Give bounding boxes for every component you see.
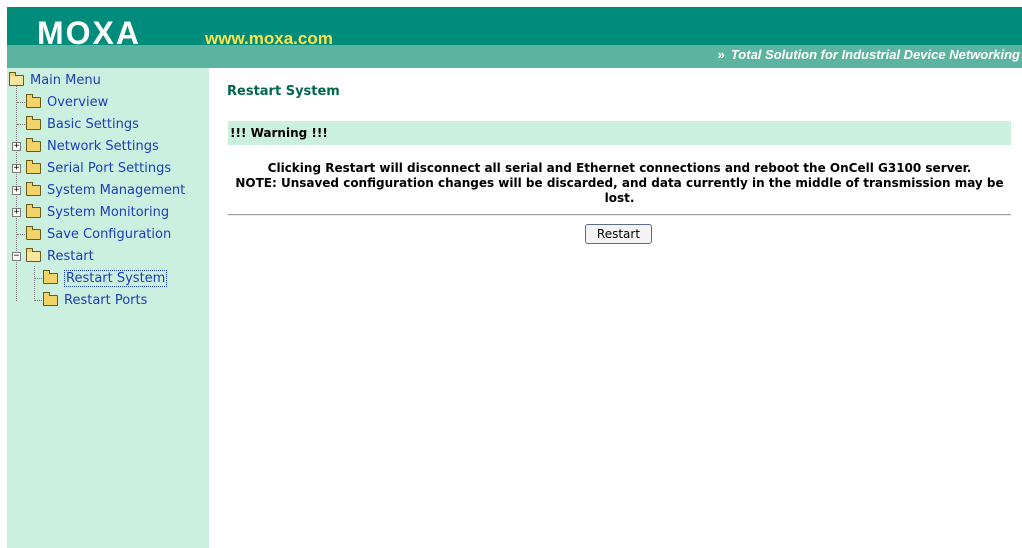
collapse-minus-icon[interactable]: −: [12, 252, 21, 261]
tree-branch: [17, 234, 25, 235]
sidebar-item-system-management[interactable]: System Management: [26, 180, 185, 200]
message-line-1: Clicking Restart will disconnect all ser…: [267, 161, 972, 175]
expand-plus-icon[interactable]: +: [12, 142, 21, 151]
sidebar-item-label: Overview: [47, 94, 109, 110]
tree-branch: [35, 300, 42, 301]
sidebar-item-network-settings[interactable]: Network Settings: [26, 136, 159, 156]
page-title: Restart System: [227, 84, 340, 99]
restart-warning-message: Clicking Restart will disconnect all ser…: [228, 161, 1011, 206]
message-line-2: NOTE: Unsaved configuration changes will…: [235, 176, 1004, 205]
folder-icon: [26, 225, 41, 240]
folder-icon: [26, 93, 41, 108]
main-content: Restart System !!! Warning !!! Clicking …: [209, 68, 1022, 548]
folder-open-icon: [26, 247, 41, 262]
sidebar-item-main-menu[interactable]: Main Menu: [9, 70, 101, 90]
divider: [228, 214, 1011, 216]
sidebar-item-label: Network Settings: [47, 138, 159, 154]
expand-plus-icon[interactable]: +: [12, 186, 21, 195]
menu-tree: Main Menu Overview Basic Settings + Netw…: [7, 68, 209, 548]
sidebar-item-restart-ports[interactable]: Restart Ports: [43, 290, 147, 310]
sidebar-menu: Main Menu Overview Basic Settings + Netw…: [7, 68, 209, 548]
tagline-text: Total Solution for Industrial Device Net…: [730, 47, 1020, 62]
tree-branch: [35, 278, 42, 279]
sidebar-item-basic-settings[interactable]: Basic Settings: [26, 114, 139, 134]
folder-icon: [26, 159, 41, 174]
double-chevron-icon: »: [717, 47, 725, 62]
folder-icon: [26, 115, 41, 130]
sidebar-item-label: System Management: [47, 182, 186, 198]
folder-icon: [43, 269, 58, 284]
folder-icon: [26, 137, 41, 152]
header-tagline: » Total Solution for Industrial Device Ne…: [718, 47, 1020, 62]
sidebar-item-restart[interactable]: Restart: [26, 246, 94, 266]
folder-icon: [43, 291, 58, 306]
sidebar-item-label: Restart System: [64, 269, 168, 287]
sidebar-item-system-monitoring[interactable]: System Monitoring: [26, 202, 169, 222]
sidebar-item-restart-system[interactable]: Restart System: [43, 268, 168, 288]
folder-open-icon: [9, 71, 24, 86]
expand-plus-icon[interactable]: +: [12, 164, 21, 173]
expand-plus-icon[interactable]: +: [12, 208, 21, 217]
tree-line: [34, 266, 35, 301]
warning-label: !!! Warning !!!: [230, 126, 328, 140]
warning-bar: !!! Warning !!!: [228, 121, 1011, 145]
sidebar-item-save-configuration[interactable]: Save Configuration: [26, 224, 171, 244]
sidebar-item-label: System Monitoring: [47, 204, 170, 220]
folder-icon: [26, 203, 41, 218]
sidebar-item-label: Main Menu: [30, 72, 101, 88]
sidebar-item-overview[interactable]: Overview: [26, 92, 108, 112]
sidebar-item-label: Save Configuration: [47, 226, 172, 242]
folder-icon: [26, 181, 41, 196]
header-banner: MOXA www.moxa.com » Total Solution for In…: [7, 7, 1022, 68]
tree-branch: [17, 102, 25, 103]
sidebar-item-label: Restart Ports: [64, 292, 148, 308]
tree-branch: [17, 124, 25, 125]
restart-button[interactable]: Restart: [585, 224, 652, 244]
sidebar-item-label: Serial Port Settings: [47, 160, 172, 176]
sidebar-item-label: Restart: [47, 248, 94, 264]
sidebar-item-serial-port-settings[interactable]: Serial Port Settings: [26, 158, 171, 178]
sidebar-item-label: Basic Settings: [47, 116, 139, 132]
